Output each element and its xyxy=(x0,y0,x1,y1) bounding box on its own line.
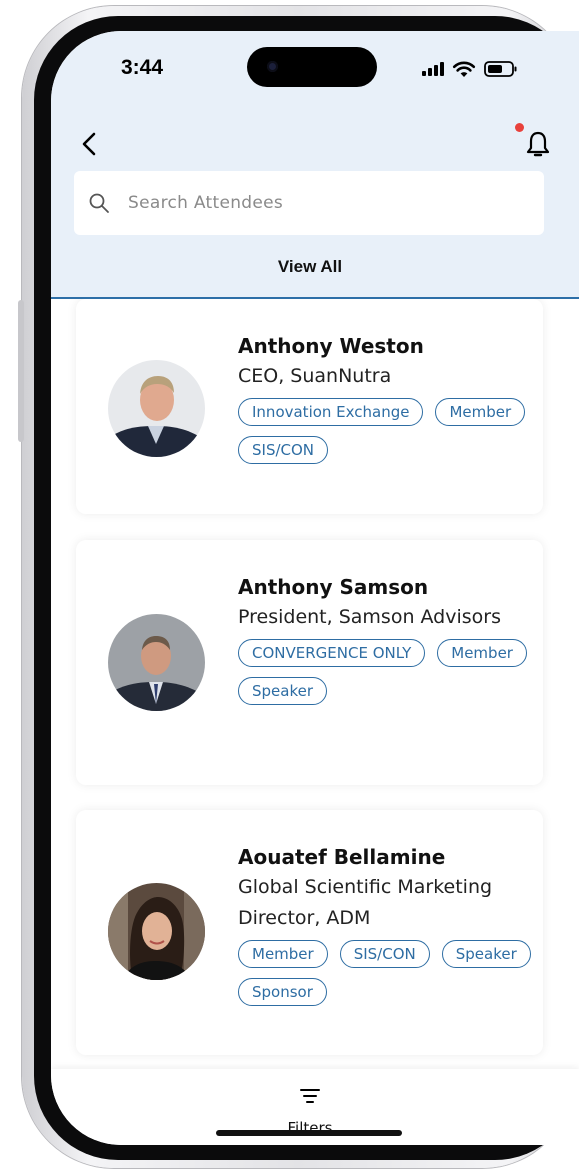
phone-screen: 3:44 Search Attendees View All Anthony W… xyxy=(51,31,579,1145)
attendee-title: Global Scientific Marketing Director, AD… xyxy=(238,876,493,929)
attendee-title: CEO, SuanNutra xyxy=(238,365,392,387)
search-input[interactable] xyxy=(126,192,530,214)
attendee-name: Aouatef Bellamine xyxy=(238,845,446,869)
camera-icon xyxy=(267,61,278,72)
attendee-info: Aouatef Bellamine Global Scientific Mark… xyxy=(238,842,538,1006)
battery-icon xyxy=(484,61,517,77)
tag-badge: Sponsor xyxy=(238,978,327,1006)
attendee-info: Anthony Samson President, Samson Advisor… xyxy=(238,572,538,705)
chevron-left-icon[interactable] xyxy=(77,131,103,157)
tag-badge: Innovation Exchange xyxy=(238,398,424,426)
tag-list: CONVERGENCE ONLY Member Speaker xyxy=(238,639,538,705)
tag-badge: SIS/CON xyxy=(238,436,329,464)
status-time: 3:44 xyxy=(121,56,164,79)
avatar xyxy=(108,614,205,711)
tag-list: Member SIS/CON Speaker Sponsor xyxy=(238,940,538,1006)
search-bar[interactable] xyxy=(74,171,544,235)
tag-badge: Member xyxy=(238,940,328,968)
tag-badge: Member xyxy=(437,639,527,667)
avatar xyxy=(108,360,205,457)
cellular-signal-icon xyxy=(422,62,444,76)
tag-badge: CONVERGENCE ONLY xyxy=(238,639,426,667)
bell-icon[interactable] xyxy=(523,128,553,160)
attendee-info: Anthony Weston CEO, SuanNutra Innovation… xyxy=(238,331,538,464)
attendee-card[interactable]: Anthony Samson President, Samson Advisor… xyxy=(76,540,543,785)
side-button xyxy=(18,300,24,442)
status-icons xyxy=(422,58,518,80)
attendee-name: Anthony Weston xyxy=(238,334,424,358)
home-indicator[interactable] xyxy=(216,1130,402,1136)
tag-badge: Speaker xyxy=(238,677,328,705)
header-area: 3:44 Search Attendees View All xyxy=(51,31,579,299)
attendee-list[interactable]: Anthony Weston CEO, SuanNutra Innovation… xyxy=(51,299,579,1069)
search-icon xyxy=(89,193,109,213)
attendee-title: President, Samson Advisors xyxy=(238,606,502,628)
dynamic-island xyxy=(247,47,377,87)
attendee-card[interactable]: Anthony Weston CEO, SuanNutra Innovation… xyxy=(76,299,543,514)
tag-badge: SIS/CON xyxy=(339,940,430,968)
wifi-icon xyxy=(452,61,476,77)
tag-badge: Member xyxy=(435,398,526,426)
tag-list: Innovation Exchange Member SIS/CON xyxy=(238,398,538,464)
view-all-button[interactable]: View All xyxy=(51,257,569,277)
tag-badge: Speaker xyxy=(441,940,531,968)
attendee-card[interactable]: Aouatef Bellamine Global Scientific Mark… xyxy=(76,810,543,1055)
avatar xyxy=(108,883,205,980)
attendee-name: Anthony Samson xyxy=(238,575,429,599)
filter-icon[interactable] xyxy=(299,1087,321,1105)
